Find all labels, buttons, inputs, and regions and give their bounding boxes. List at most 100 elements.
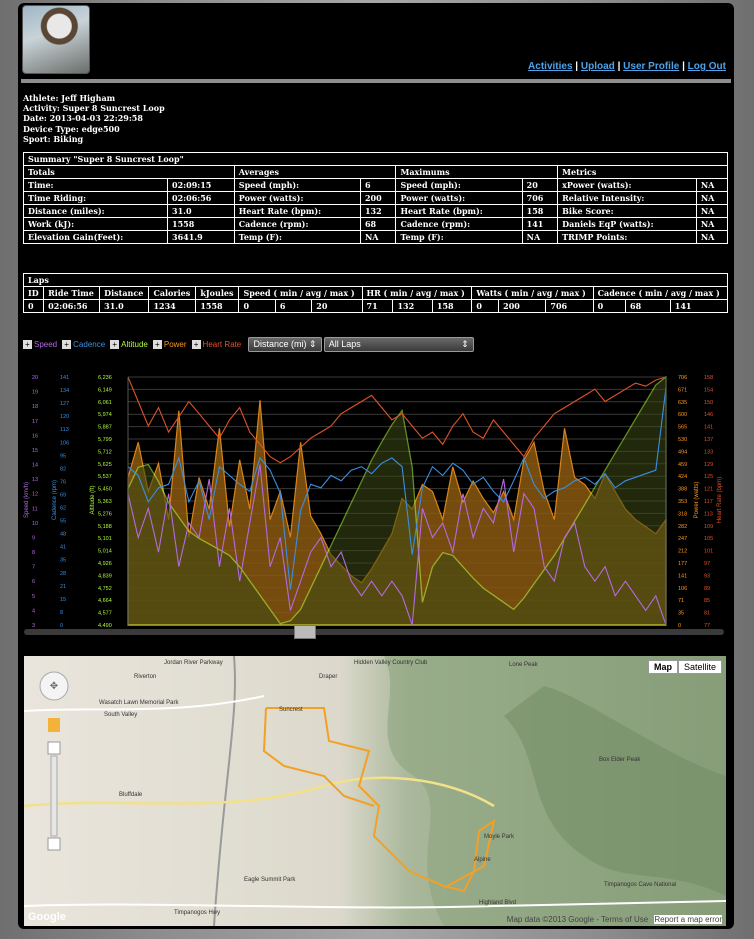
legend-label: Altitude [121, 340, 148, 349]
laps-cell: 0 [238, 299, 276, 313]
laps-header: Ride Time [43, 286, 101, 300]
axis-tick-label: 16 [32, 433, 38, 439]
activity-chart[interactable]: 3456789101112131415161718192008152128354… [18, 365, 734, 627]
summary-cell: NA [695, 191, 729, 205]
nav-activities-link[interactable]: Activities [528, 61, 572, 72]
axis-tick-label: 318 [678, 511, 687, 517]
sport-line: Sport: Biking [23, 133, 84, 144]
attribution-text[interactable]: Map data ©2013 Google - Terms of Use [507, 915, 648, 924]
axis-tick-label: 5 [32, 594, 35, 600]
axis-tick-label: 212 [678, 549, 687, 555]
summary-cell: NA [695, 217, 729, 231]
axis-tick-label: 105 [704, 536, 713, 542]
map-type-map-button[interactable]: Map [647, 660, 678, 674]
laps-cell: 141 [669, 299, 729, 313]
axis-tick-label: 158 [704, 375, 713, 381]
axis-tick-label: 8 [32, 550, 35, 556]
activity-line: Activity: Super 8 Suncrest Loop [23, 103, 165, 114]
google-logo: Google [28, 911, 66, 923]
axis-tick-label: 4 [32, 608, 35, 614]
summary-cell: 1558 [167, 217, 235, 231]
route-map[interactable]: Jordan River Parkway Riverton Draper Hidden… [24, 656, 726, 926]
summary-cell: 02:09:15 [167, 178, 235, 192]
summary-cell: NA [695, 204, 729, 218]
laps-cell: 0 [471, 299, 500, 313]
axis-tick-label: 154 [704, 387, 713, 393]
axis-tick-label: 11 [32, 506, 38, 512]
axis-tick-label: 282 [678, 524, 687, 530]
summary-row: Time: 02:09:15 Speed (mph): 6 Speed (mph): 20… [22, 178, 729, 192]
summary-cell: Heart Rate (bpm): [233, 204, 361, 218]
map-place-label: Jordan River Parkway [164, 660, 223, 666]
pegman-icon[interactable] [48, 718, 60, 732]
chart-controls: + Speed + Cadence + Altitude + Power + Heart Rate… [23, 337, 474, 352]
axis-tick-label: 671 [678, 387, 687, 393]
x-axis-select[interactable]: Distance (mi) ⇕ [248, 337, 322, 352]
summary-cell: 20 [521, 178, 559, 192]
map-place-label: Alpine [474, 857, 491, 863]
x-axis-select-value: Distance (mi) [253, 339, 307, 349]
axis-tick-label: 101 [704, 549, 713, 555]
toggle-series-button[interactable]: + [152, 340, 162, 349]
laps-cell: 706 [545, 299, 594, 313]
athlete-line: Athlete: Jeff Higham [23, 93, 116, 103]
axis-tick-label: 706 [678, 375, 687, 381]
map-canvas[interactable]: Jordan River Parkway Riverton Draper Hidden… [24, 656, 726, 926]
axis-tick-label: 459 [678, 462, 687, 468]
axis-tick-label: 6,061 [98, 400, 112, 406]
summary-row: Work (kJ): 1558 Cadence (rpm): 68 Cadence (r… [22, 217, 729, 231]
laps-header: ID [22, 286, 45, 300]
laps-header: HR ( min / avg / max ) [361, 286, 473, 300]
axis-tick-label: 48 [60, 532, 66, 538]
axis-tick-label: 5,014 [98, 549, 112, 555]
axis-tick-label: 69 [60, 492, 66, 498]
laps-cell: 132 [392, 299, 433, 313]
nav-profile-link[interactable]: User Profile [623, 61, 679, 72]
axis-tick-label: 35 [678, 611, 684, 617]
updown-icon: ⇕ [309, 339, 317, 349]
axis-tick-label: 5,625 [98, 462, 112, 468]
zoom-out-button[interactable] [47, 837, 61, 851]
nav-logout-link[interactable]: Log Out [688, 61, 726, 72]
zoom-in-button[interactable] [47, 741, 61, 755]
laps-header: Cadence ( min / avg / max ) [592, 286, 729, 300]
updown-icon: ⇕ [461, 339, 469, 349]
top-nav: Activities | Upload | User Profile | Log… [528, 61, 726, 72]
laps-cell: 0 [22, 299, 45, 313]
axis-tick-label: 95 [60, 453, 66, 459]
toggle-series-button[interactable]: + [23, 340, 32, 349]
map-type-toggle: Map Satellite [647, 660, 722, 674]
laps-table: Laps ID Ride Time Distance Calories kJou… [22, 273, 729, 313]
axis-tick-label: 7 [32, 565, 35, 571]
axis-tick-label: 13 [32, 477, 38, 483]
axis-tick-label: 120 [60, 414, 69, 420]
report-error-link[interactable]: Report a map error [654, 915, 722, 924]
map-type-satellite-button[interactable]: Satellite [677, 660, 722, 674]
axis-tick-label: 247 [678, 536, 687, 542]
nav-upload-link[interactable]: Upload [581, 61, 615, 72]
laps-header: Distance [99, 286, 150, 300]
toggle-series-button[interactable]: + [62, 340, 72, 349]
chart-scroll-thumb[interactable] [294, 625, 316, 639]
app-panel: Activities | Upload | User Profile | Log… [18, 3, 734, 929]
lap-select[interactable]: All Laps ⇕ [323, 337, 474, 352]
axis-tick-label: 5,799 [98, 437, 112, 443]
axis-tick-label: 5,363 [98, 499, 112, 505]
axis-tick-label: 14 [32, 463, 38, 469]
axis-tick-label: 0 [678, 623, 681, 627]
summary-header: Averages [233, 165, 397, 179]
map-place-label: South Valley [104, 712, 137, 718]
summary-cell: Distance (miles): [22, 204, 169, 218]
toggle-series-button[interactable]: + [110, 340, 120, 349]
axis-tick-label: 18 [32, 404, 38, 410]
axis-tick-label: 3 [32, 623, 35, 627]
axis-tick-label: 19 [32, 390, 38, 396]
chart-scrollbar[interactable] [24, 625, 724, 639]
summary-cell: Cadence (rpm): [395, 217, 523, 231]
axis-tick-label: 81 [704, 611, 710, 617]
laps-header: Calories [148, 286, 197, 300]
axis-tick-label: 5,101 [98, 536, 112, 542]
axis-tick-label: 35 [60, 558, 66, 564]
toggle-series-button[interactable]: + [191, 340, 201, 349]
zoom-slider[interactable] [50, 755, 58, 837]
